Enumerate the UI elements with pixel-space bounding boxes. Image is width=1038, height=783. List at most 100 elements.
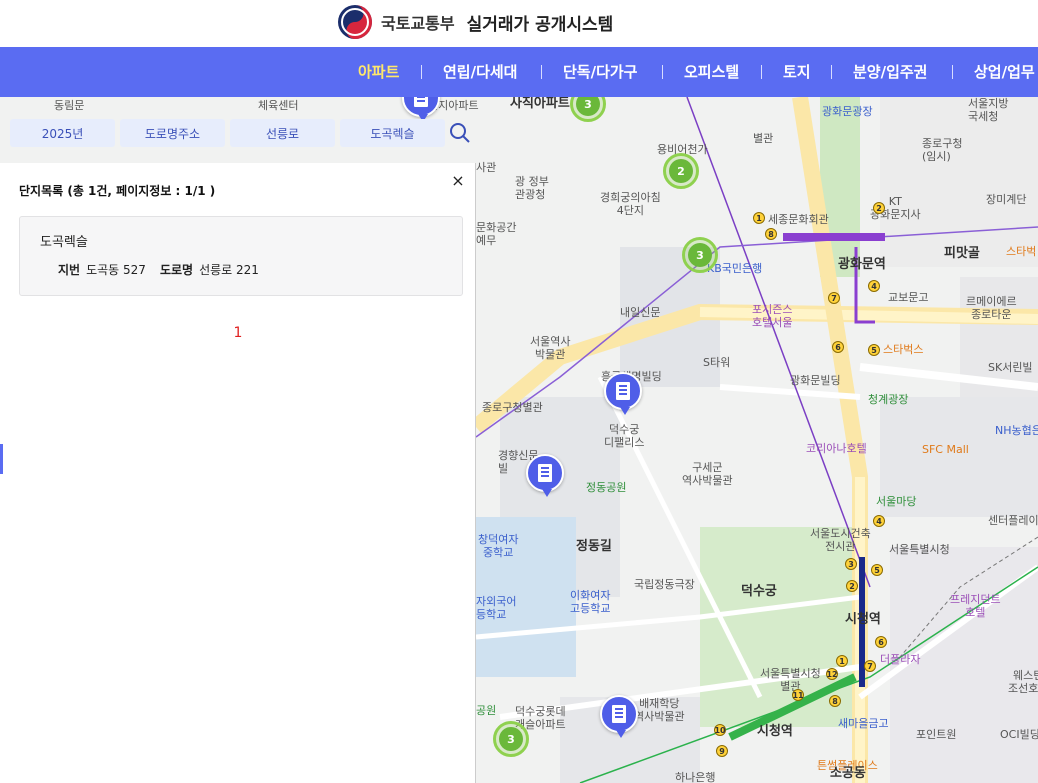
nav-land[interactable]: 토지 xyxy=(783,61,811,82)
map-label: OCI빌딩 xyxy=(1000,728,1038,741)
nav-divider xyxy=(831,65,832,79)
map-label: 이화여자 고등학교 xyxy=(570,589,611,615)
nav-divider xyxy=(761,65,762,79)
subway-exit-icon: 4 xyxy=(873,515,885,527)
nav-apartment[interactable]: 아파트 xyxy=(358,61,399,82)
nav-presale[interactable]: 분양/입주권 xyxy=(853,61,927,82)
apartment-cluster-marker[interactable]: 3 xyxy=(493,721,529,757)
ministry-logo[interactable]: 국토교통부 실거래가 공개시스템 xyxy=(337,4,613,40)
map-label: 서울특별시청 별관 xyxy=(760,667,821,693)
page-number[interactable]: 1 xyxy=(234,325,243,341)
map-label: 센터플레이 xyxy=(988,514,1038,527)
site-header: 국토교통부 실거래가 공개시스템 xyxy=(0,0,1038,47)
map-label: 자외국어 등학교 xyxy=(476,595,517,621)
complex-name-select[interactable]: 도곡렉슬 xyxy=(340,119,445,147)
map-label: 구세군 역사박물관 xyxy=(682,461,733,487)
map-label: 서울역사 박물관 xyxy=(530,335,571,361)
subway-exit-icon: 6 xyxy=(832,341,844,353)
building-icon xyxy=(538,464,552,482)
subway-exit-icon: 2 xyxy=(873,202,885,214)
map-label: 새마을금고 xyxy=(838,717,889,730)
map-label: 더플라자 xyxy=(880,653,921,666)
map-label: 스타벅 xyxy=(1006,245,1037,258)
map-label: 덕수궁 디팰리스 xyxy=(604,423,645,449)
road-name-select[interactable]: 선릉로 xyxy=(230,119,335,147)
map-label: 시청역 xyxy=(845,612,881,627)
close-icon[interactable]: × xyxy=(450,173,466,189)
apartment-pin-icon[interactable] xyxy=(526,454,564,497)
subway-exit-icon: 12 xyxy=(826,668,838,680)
subway-exit-icon: 5 xyxy=(868,344,880,356)
map-label: 정동공원 xyxy=(586,481,627,494)
map-label: 서울특별시청 xyxy=(889,543,950,556)
ministry-name: 국토교통부 xyxy=(381,14,455,33)
map-label: 서울마당 xyxy=(876,495,917,508)
nav-rowhouse[interactable]: 연립/다세대 xyxy=(443,61,517,82)
complex-name: 도곡렉슬 xyxy=(40,235,88,250)
nav-officetel[interactable]: 오피스텔 xyxy=(684,61,739,82)
map-label: 세종문화회관 xyxy=(768,213,829,226)
map-label: 시청역 xyxy=(757,724,793,739)
address-type-select[interactable]: 도로명주소 xyxy=(120,119,225,147)
map-label: 종로구청별관 xyxy=(482,401,543,414)
map-label: 정동길 xyxy=(576,539,612,554)
map-label: SK서린빌 xyxy=(988,361,1033,374)
complex-result-card[interactable]: 도곡렉슬 지번 도곡동 527 도로명 선릉로 221 xyxy=(19,216,463,296)
apartment-cluster-marker[interactable]: 2 xyxy=(663,153,699,189)
map-label: 덕수궁 xyxy=(741,584,777,599)
subway-exit-icon: 5 xyxy=(871,564,883,576)
building-icon xyxy=(414,97,428,107)
map-label: 피맛골 xyxy=(944,246,980,261)
map-label: 소공동 xyxy=(830,766,866,781)
subway-exit-icon: 3 xyxy=(845,558,857,570)
nav-commercial[interactable]: 상업/업무 xyxy=(974,61,1035,82)
map-label: 포인트원 xyxy=(916,728,957,741)
map-label: 서울지방 국세청 xyxy=(968,97,1009,123)
map-label: 서울도시건축 전시관 xyxy=(810,527,871,553)
apartment-pin-icon[interactable] xyxy=(600,695,638,738)
map-label: 별관 xyxy=(753,132,774,145)
map-label: 프레지던트 호텔 xyxy=(950,593,1001,619)
map-label: 포시즌스 호텔서울 xyxy=(752,303,793,329)
panel-edge-handle[interactable] xyxy=(0,444,3,474)
subway-exit-icon: 7 xyxy=(864,660,876,672)
subway-exit-icon: 2 xyxy=(846,580,858,592)
map-label: 공원 xyxy=(476,704,497,717)
nav-divider xyxy=(952,65,953,79)
subway-exit-icon: 10 xyxy=(714,724,726,736)
nav-detached-house[interactable]: 단독/다가구 xyxy=(563,61,637,82)
map-label: SFC Mall xyxy=(922,443,969,456)
search-icon[interactable] xyxy=(448,121,472,145)
map-label: 체육센터 xyxy=(258,99,299,112)
jibun-value: 도곡동 527 xyxy=(86,263,146,277)
panel-title: 단지목록 (총 1건, 페이지정보 : 1/1 ) xyxy=(19,184,216,198)
map-label: 스타벅스 xyxy=(883,343,924,356)
map-label: 광화문광장 xyxy=(822,105,873,118)
complex-address: 지번 도곡동 527 도로명 선릉로 221 xyxy=(58,261,259,278)
map-label: 창덕여자 중학교 xyxy=(478,533,519,559)
map-label: NH농협은 xyxy=(995,424,1038,437)
pagination: 1 xyxy=(0,325,476,341)
nav-divider xyxy=(662,65,663,79)
subway-exit-icon: 7 xyxy=(828,292,840,304)
map-label: 배재학당 역사박물관 xyxy=(634,697,685,723)
map-label: 광 정부 관광청 xyxy=(515,175,549,201)
subway-exit-icon: 8 xyxy=(829,695,841,707)
map-label: 종로구청 (임시) xyxy=(922,137,963,163)
map-label: 광화문빌딩 xyxy=(790,374,841,387)
building-icon xyxy=(616,382,630,400)
map-label: S타워 xyxy=(703,356,731,369)
subway-exit-icon: 8 xyxy=(765,228,777,240)
jibun-label: 지번 xyxy=(58,263,81,277)
apartment-pin-icon[interactable] xyxy=(604,372,642,415)
search-filter-bar: 2025년 도로명주소 선릉로 도곡렉슬 xyxy=(0,113,476,153)
map-label: 장미계단 xyxy=(986,193,1027,206)
map-label: 청계광장 xyxy=(868,393,909,406)
map-label: 문화공간 예무 xyxy=(476,221,517,247)
road-value: 선릉로 221 xyxy=(199,263,259,277)
map-label: 국립정동극장 xyxy=(634,578,695,591)
system-title: 실거래가 공개시스템 xyxy=(466,14,614,35)
year-select[interactable]: 2025년 xyxy=(10,119,115,147)
nav-divider xyxy=(541,65,542,79)
apartment-cluster-marker[interactable]: 3 xyxy=(682,237,718,273)
